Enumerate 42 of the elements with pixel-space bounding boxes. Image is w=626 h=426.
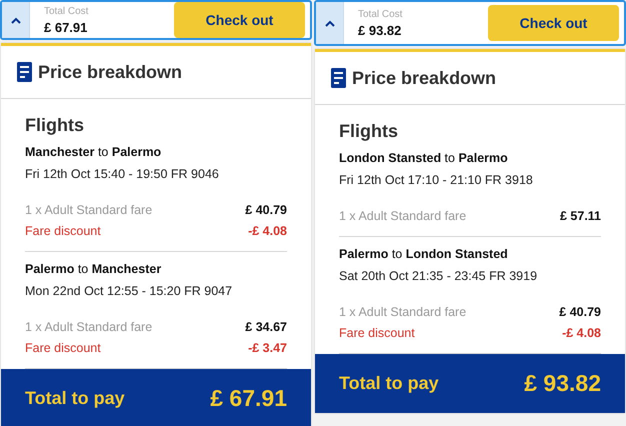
- discount-label: Fare discount: [25, 224, 101, 238]
- discount-amount: -£ 4.08: [562, 326, 601, 340]
- card-title: Price breakdown: [38, 62, 182, 82]
- flight-schedule: Sat 20th Oct 21:35 - 23:45 FR 3919: [339, 269, 538, 283]
- fare-label: 1 x Adult Standard fare: [25, 202, 152, 216]
- discount-amount: -£ 4.08: [248, 224, 287, 238]
- fare-amount: £ 40.79: [559, 304, 601, 318]
- discount-label: Fare discount: [339, 326, 415, 340]
- total-cost-label: Total Cost: [358, 8, 404, 20]
- total-cost-label: Total Cost: [44, 6, 90, 16]
- checkout-button[interactable]: Check out: [488, 5, 619, 41]
- section-heading: Flights: [339, 121, 399, 142]
- expand-button[interactable]: [2, 2, 30, 38]
- total-label: Total to pay: [339, 373, 439, 394]
- total-amount: £ 67.91: [210, 385, 287, 412]
- flight-route: London Stansted to Palermo: [339, 151, 509, 165]
- flight-route: Palermo to London Stansted: [339, 247, 509, 261]
- fare-label: 1 x Adult Standard fare: [339, 304, 466, 318]
- checkout-button[interactable]: Check out: [174, 2, 305, 38]
- card-title: Price breakdown: [352, 68, 496, 88]
- chevron-up-icon: [10, 16, 20, 24]
- fare-amount: £ 40.79: [245, 202, 287, 216]
- flight-schedule: Fri 12th Oct 15:40 - 19:50 FR 9046: [25, 167, 220, 181]
- chevron-up-icon: [324, 20, 334, 26]
- total-label: Total to pay: [25, 388, 125, 409]
- discount-label: Fare discount: [25, 340, 101, 354]
- flight-route: Manchester to Palermo: [25, 145, 162, 159]
- total-cost-amount: £ 93.82: [358, 22, 402, 38]
- total-amount: £ 93.82: [524, 370, 601, 397]
- fare-amount: £ 34.67: [245, 320, 287, 334]
- fare-label: 1 x Adult Standard fare: [25, 320, 152, 334]
- fare-amount: £ 57.11: [560, 208, 601, 222]
- document-icon: [331, 68, 346, 88]
- section-heading: Flights: [25, 115, 85, 136]
- total-cost-amount: £ 67.91: [44, 20, 88, 34]
- flight-schedule: Mon 22nd Oct 12:55 - 15:20 FR 9047: [25, 284, 234, 298]
- expand-button[interactable]: [316, 2, 344, 44]
- discount-amount: -£ 3.47: [248, 340, 287, 354]
- document-icon: [17, 62, 32, 82]
- fare-label: 1 x Adult Standard fare: [339, 208, 466, 222]
- flight-schedule: Fri 12th Oct 17:10 - 21:10 FR 3918: [339, 173, 534, 187]
- flight-route: Palermo to Manchester: [25, 262, 162, 276]
